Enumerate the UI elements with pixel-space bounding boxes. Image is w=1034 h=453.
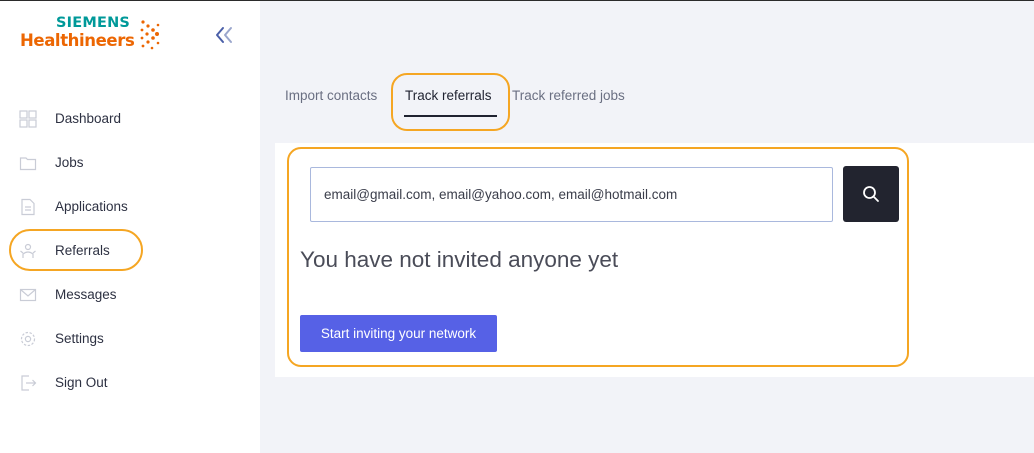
tab-import-contacts[interactable]: Import contacts [285, 88, 377, 103]
sidebar-item-label: Applications [55, 199, 128, 214]
logo-company-text: SIEMENS [56, 15, 131, 31]
sidebar-item-settings[interactable]: Settings [0, 323, 260, 355]
logo-dots-icon [140, 20, 160, 50]
sidebar-item-label: Settings [55, 331, 104, 346]
sign-out-icon [21, 375, 37, 391]
sidebar: SIEMENS Healthineers Dashboard Jobs Appl… [0, 1, 260, 453]
card-highlight-annotation [287, 147, 909, 367]
document-icon [21, 198, 35, 216]
sidebar-item-label: Messages [55, 287, 117, 302]
folder-icon [19, 157, 37, 171]
sidebar-item-dashboard[interactable]: Dashboard [0, 103, 260, 135]
referrals-highlight-annotation [9, 229, 143, 271]
sidebar-item-label: Sign Out [55, 375, 108, 390]
tab-track-referred-jobs[interactable]: Track referred jobs [512, 88, 625, 103]
envelope-icon [19, 288, 37, 302]
gear-icon [20, 331, 36, 347]
logo-product-text: Healthineers [20, 31, 135, 50]
double-chevron-left-icon [216, 27, 232, 43]
siemens-healthineers-logo: SIEMENS Healthineers [20, 15, 170, 55]
sidebar-item-applications[interactable]: Applications [0, 191, 260, 223]
grid-icon [19, 110, 37, 128]
sidebar-item-label: Dashboard [55, 111, 122, 126]
sidebar-item-label: Jobs [55, 155, 84, 170]
collapse-sidebar-button[interactable] [212, 24, 236, 46]
sidebar-item-jobs[interactable]: Jobs [0, 147, 260, 179]
tab-highlight-annotation [391, 73, 510, 131]
sidebar-item-sign-out[interactable]: Sign Out [0, 367, 260, 399]
sidebar-item-messages[interactable]: Messages [0, 279, 260, 311]
